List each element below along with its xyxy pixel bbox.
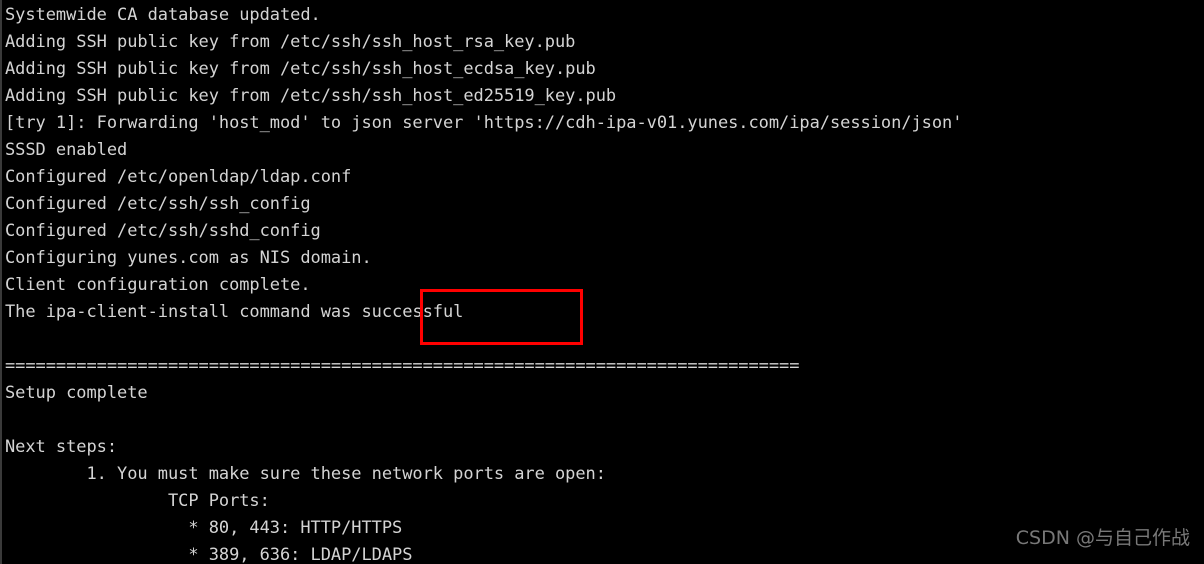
terminal-line: Configured /etc/ssh/sshd_config [5, 221, 321, 241]
window-left-border [0, 0, 2, 564]
terminal-line: Configured /etc/openldap/ldap.conf [5, 167, 352, 187]
terminal-line: TCP Ports: [5, 491, 270, 511]
terminal-line: [try 1]: Forwarding 'host_mod' to json s… [5, 113, 963, 133]
terminal-line: Setup complete [5, 383, 148, 403]
terminal-output: Systemwide CA database updated. Adding SS… [5, 2, 1195, 564]
terminal-line: Client configuration complete. [5, 275, 311, 295]
terminal-line: Systemwide CA database updated. [5, 5, 321, 25]
terminal-line: Configuring yunes.com as NIS domain. [5, 248, 372, 268]
terminal-line: 1. You must make sure these network port… [5, 464, 606, 484]
terminal-line: SSSD enabled [5, 140, 128, 160]
terminal-line: Configured /etc/ssh/ssh_config [5, 194, 311, 214]
csdn-watermark: CSDN @与自己作战 [1015, 527, 1190, 549]
terminal-line: The ipa-client-install command was succe… [5, 302, 464, 322]
terminal-window[interactable]: Systemwide CA database updated. Adding SS… [0, 0, 1204, 564]
terminal-line: Adding SSH public key from /etc/ssh/ssh_… [5, 32, 576, 52]
terminal-line: Adding SSH public key from /etc/ssh/ssh_… [5, 86, 617, 106]
terminal-line: Next steps: [5, 437, 118, 457]
terminal-line: Adding SSH public key from /etc/ssh/ssh_… [5, 59, 596, 79]
terminal-line: ========================================… [5, 356, 800, 376]
